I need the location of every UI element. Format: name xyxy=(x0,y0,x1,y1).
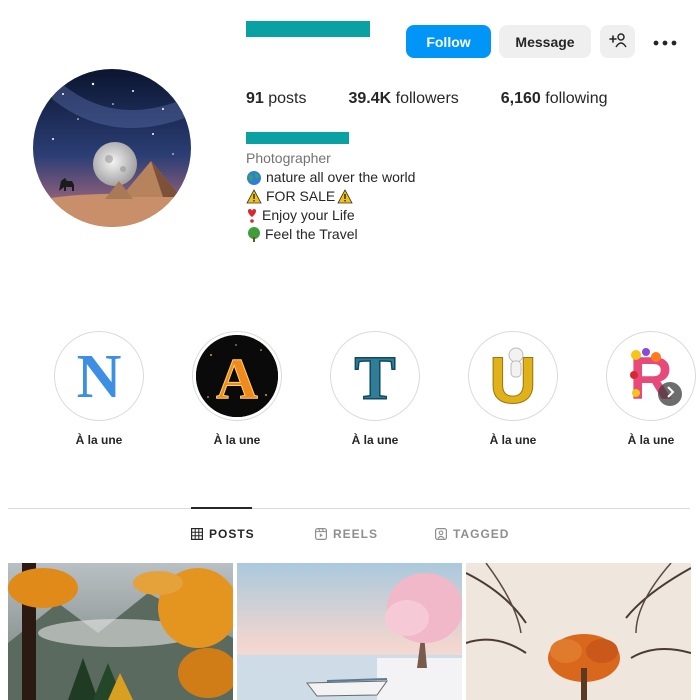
highlight-item[interactable]: R À la une xyxy=(606,331,696,447)
reels-icon xyxy=(315,528,327,540)
highlight-cover: T xyxy=(334,335,416,417)
grid-icon xyxy=(191,528,203,540)
bio-line: FOR SALE xyxy=(246,187,415,206)
tabs-divider xyxy=(8,508,690,509)
bio-line: nature all over the world xyxy=(246,168,415,187)
globe-icon xyxy=(246,170,264,186)
highlight-label: À la une xyxy=(351,433,399,447)
add-person-icon xyxy=(608,32,627,51)
heart-exclamation-icon xyxy=(246,208,260,224)
tab-tagged[interactable]: TAGGED xyxy=(435,527,509,541)
highlight-label: À la une xyxy=(75,433,123,447)
svg-text:A: A xyxy=(216,346,258,411)
follow-button[interactable]: Follow xyxy=(406,25,491,58)
more-options-icon xyxy=(653,33,677,51)
svg-text:T: T xyxy=(354,345,395,413)
highlight-cover: U xyxy=(472,335,554,417)
highlight-label: À la une xyxy=(213,433,261,447)
bio-line: Enjoy your Life xyxy=(246,206,415,225)
chevron-right-icon xyxy=(665,385,675,403)
profile-bio: Photographer nature all over the world F… xyxy=(246,149,415,244)
highlight-item[interactable]: T À la une xyxy=(330,331,420,447)
active-tab-indicator xyxy=(191,507,252,509)
highlight-item[interactable]: A À la une xyxy=(192,331,282,447)
highlight-label: À la une xyxy=(627,433,675,447)
highlight-cover: A xyxy=(196,335,278,417)
stat-following[interactable]: 6,160 following xyxy=(501,90,608,108)
highlights-next-button[interactable] xyxy=(658,382,682,406)
profile-category: Photographer xyxy=(246,150,331,166)
highlight-item[interactable]: U À la une xyxy=(468,331,558,447)
warning-icon xyxy=(246,189,264,205)
highlight-item[interactable]: N À la une xyxy=(54,331,144,447)
add-user-button[interactable] xyxy=(600,25,635,58)
tagged-icon xyxy=(435,528,447,540)
username-redacted xyxy=(246,21,370,37)
profile-avatar[interactable] xyxy=(33,69,191,227)
post-thumbnail[interactable] xyxy=(8,563,233,700)
warning-icon xyxy=(337,189,355,205)
stat-followers[interactable]: 39.4K followers xyxy=(348,90,458,108)
more-options-button[interactable] xyxy=(648,28,682,56)
tree-icon xyxy=(246,226,263,243)
post-thumbnail[interactable] xyxy=(237,563,462,700)
svg-text:N: N xyxy=(77,343,122,411)
tab-reels[interactable]: REELS xyxy=(315,527,378,541)
post-thumbnail[interactable] xyxy=(466,563,691,700)
highlight-label: À la une xyxy=(489,433,537,447)
message-button[interactable]: Message xyxy=(499,25,591,58)
stat-posts: 91 posts xyxy=(246,90,307,107)
bio-line: Feel the Travel xyxy=(246,225,415,244)
highlight-cover: R xyxy=(610,335,692,417)
highlight-cover: N xyxy=(58,335,140,417)
tab-posts[interactable]: POSTS xyxy=(191,527,255,541)
story-highlights: N À la une A À la une T À la une U À la … xyxy=(0,331,700,461)
full-name-redacted xyxy=(246,132,349,144)
profile-stats: 91 posts 39.4K followers 6,160 following xyxy=(246,90,650,108)
